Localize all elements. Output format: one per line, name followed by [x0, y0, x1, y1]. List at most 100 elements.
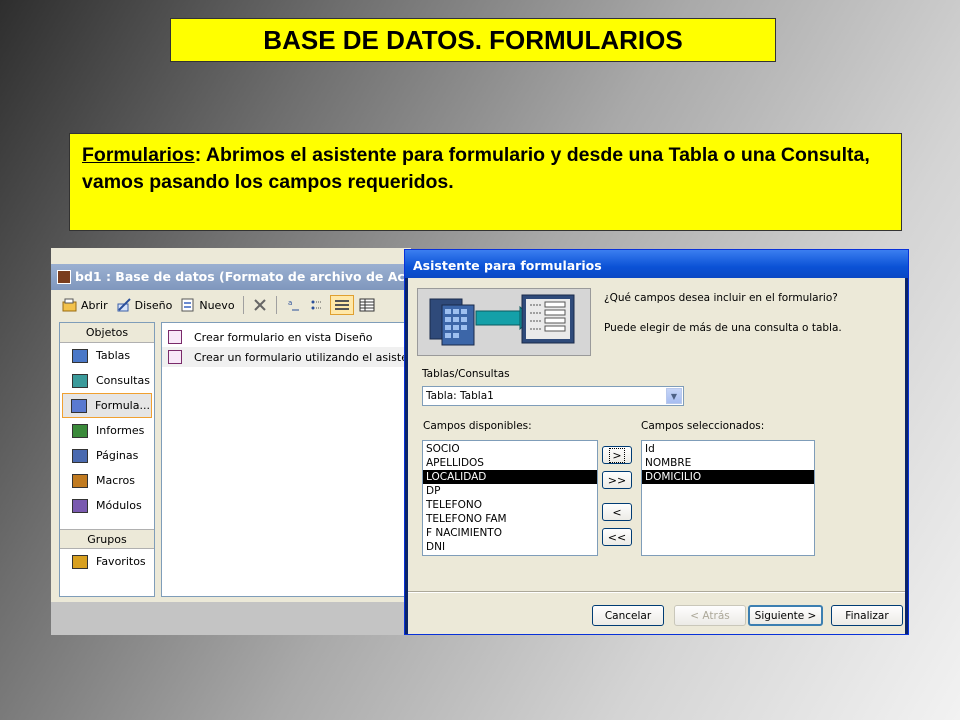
wizard-title: Asistente para formularios [413, 258, 602, 273]
cancel-button[interactable]: Cancelar [592, 605, 664, 626]
page-icon [72, 448, 88, 463]
back-button[interactable]: < Atrás [674, 605, 746, 626]
object-item-label: Macros [96, 474, 136, 487]
object-item[interactable]: Macros [60, 468, 154, 493]
create-form-option[interactable]: Crear un formulario utilizando el asiste… [162, 347, 411, 367]
open-icon [62, 298, 77, 312]
slide-description: Formularios: Abrimos el asistente para f… [69, 133, 902, 231]
design-icon [117, 298, 131, 312]
object-item-label: Módulos [96, 499, 142, 512]
selected-fields-list[interactable]: Id NOMBRE DOMICILIO [641, 440, 815, 556]
field-list-item[interactable]: DP [423, 484, 597, 498]
delete-button[interactable] [249, 296, 271, 314]
remove-all-fields-label: << [607, 530, 627, 544]
available-fields-label: Campos disponibles: [423, 420, 532, 432]
design-button[interactable]: Diseño [113, 296, 176, 314]
access-window-title: bd1 : Base de datos (Formato de archivo … [75, 269, 411, 284]
field-list-item[interactable]: DOMICILIO [642, 470, 814, 484]
small-icons-icon [311, 300, 322, 310]
form-shortcut-icon [168, 330, 182, 344]
finish-button[interactable]: Finalizar [831, 605, 903, 626]
group-item-label: Favoritos [96, 555, 146, 568]
large-icons-button[interactable]: a [282, 296, 304, 314]
wizard-separator [408, 591, 905, 593]
field-list-item[interactable]: NOMBRE [642, 456, 814, 470]
favorites-icon [72, 554, 88, 569]
new-button[interactable]: Nuevo [177, 296, 237, 314]
tables-queries-label: Tablas/Consultas [422, 368, 510, 380]
list-view-icon [334, 300, 349, 310]
open-button[interactable]: Abrir [59, 296, 111, 314]
object-item[interactable]: Consultas [60, 368, 154, 393]
form-wizard-dialog: Asistente para formularios ¿Qué campos d… [404, 249, 909, 635]
object-item-label: Consultas [96, 374, 150, 387]
database-icon [57, 270, 71, 284]
description-text: Abrimos el asistente para formulario y d… [82, 144, 870, 193]
object-item[interactable]: Páginas [60, 443, 154, 468]
groups-list: Favoritos [60, 549, 154, 574]
form-shortcut-icon [168, 350, 182, 364]
remove-all-fields-button[interactable]: << [602, 528, 632, 546]
fields-transfer-illustration [429, 294, 575, 346]
field-list-item[interactable]: Id [642, 442, 814, 456]
forms-list: Crear formulario en vista Diseño Crear un… [162, 323, 411, 367]
toolbar-separator [275, 296, 277, 314]
object-item[interactable]: Informes [60, 418, 154, 443]
wizard-body: ¿Qué campos desea incluir en el formular… [408, 278, 905, 634]
field-list-item[interactable]: DNI [423, 540, 597, 554]
wizard-illustration [417, 288, 591, 356]
add-all-fields-button[interactable]: >> [602, 471, 632, 489]
next-button[interactable]: Siguiente > [748, 605, 823, 626]
object-item-label: Informes [96, 424, 145, 437]
small-icons-button[interactable] [306, 296, 328, 314]
create-form-option-label: Crear un formulario utilizando el asiste… [194, 350, 411, 364]
access-status-area [51, 602, 411, 635]
selected-fields-label: Campos seleccionados: [641, 420, 765, 432]
object-item-label: Páginas [96, 449, 139, 462]
remove-field-button[interactable]: < [602, 503, 632, 521]
objects-list: Tablas Consultas Formula... Informes Páginas… [60, 343, 154, 518]
access-toolbar: Abrir Diseño Nuevo a [51, 292, 411, 318]
field-list-item[interactable]: TELEFONO FAM [423, 512, 597, 526]
objects-header[interactable]: Objetos [60, 323, 154, 343]
object-item[interactable]: Módulos [60, 493, 154, 518]
chevron-down-icon[interactable]: ▼ [666, 388, 682, 404]
field-list-item[interactable]: TELEFONO [423, 498, 597, 512]
svg-text:a: a [288, 299, 292, 307]
description-lead: Formularios [82, 144, 195, 166]
list-view-button[interactable] [329, 295, 354, 315]
details-view-button[interactable] [356, 296, 378, 314]
wizard-title-bar[interactable]: Asistente para formularios [405, 250, 908, 278]
field-list-item[interactable]: SOCIO [423, 442, 597, 456]
tables-queries-select[interactable]: Tabla: Tabla1 ▼ [422, 386, 684, 406]
group-item[interactable]: Favoritos [60, 549, 154, 574]
available-fields-list[interactable]: SOCIO APELLIDOS LOCALIDAD DP TELEFONO TELEFON… [422, 440, 598, 556]
groups-header[interactable]: Grupos [60, 529, 154, 549]
add-field-label: > [609, 447, 625, 463]
table-icon [72, 348, 88, 363]
module-icon [72, 498, 88, 513]
slide-title: BASE DE DATOS. FORMULARIOS [170, 18, 776, 62]
object-item[interactable]: Tablas [60, 343, 154, 368]
field-list-item[interactable]: APELLIDOS [423, 456, 597, 470]
field-list-item[interactable]: F NACIMIENTO [423, 526, 597, 540]
access-title-bar[interactable]: bd1 : Base de datos (Formato de archivo … [51, 264, 411, 290]
design-label: Diseño [134, 298, 173, 312]
toolbar-separator [242, 296, 244, 314]
wizard-question: ¿Qué campos desea incluir en el formular… [604, 292, 838, 304]
create-form-option-label: Crear formulario en vista Diseño [194, 330, 373, 344]
open-label: Abrir [81, 298, 108, 312]
object-item[interactable]: Formula... [62, 393, 152, 418]
wizard-hint: Puede elegir de más de una consulta o ta… [604, 322, 842, 334]
create-form-option[interactable]: Crear formulario en vista Diseño [162, 327, 411, 347]
add-field-button[interactable]: > [602, 446, 632, 464]
new-icon [181, 298, 194, 312]
remove-field-label: < [612, 505, 622, 519]
object-item-label: Formula... [95, 399, 150, 412]
report-icon [72, 423, 88, 438]
large-icons-icon: a [288, 299, 299, 311]
field-list-item[interactable]: LOCALIDAD [423, 470, 597, 484]
add-all-fields-label: >> [607, 473, 627, 487]
new-label: Nuevo [199, 298, 235, 312]
form-icon [71, 398, 87, 413]
